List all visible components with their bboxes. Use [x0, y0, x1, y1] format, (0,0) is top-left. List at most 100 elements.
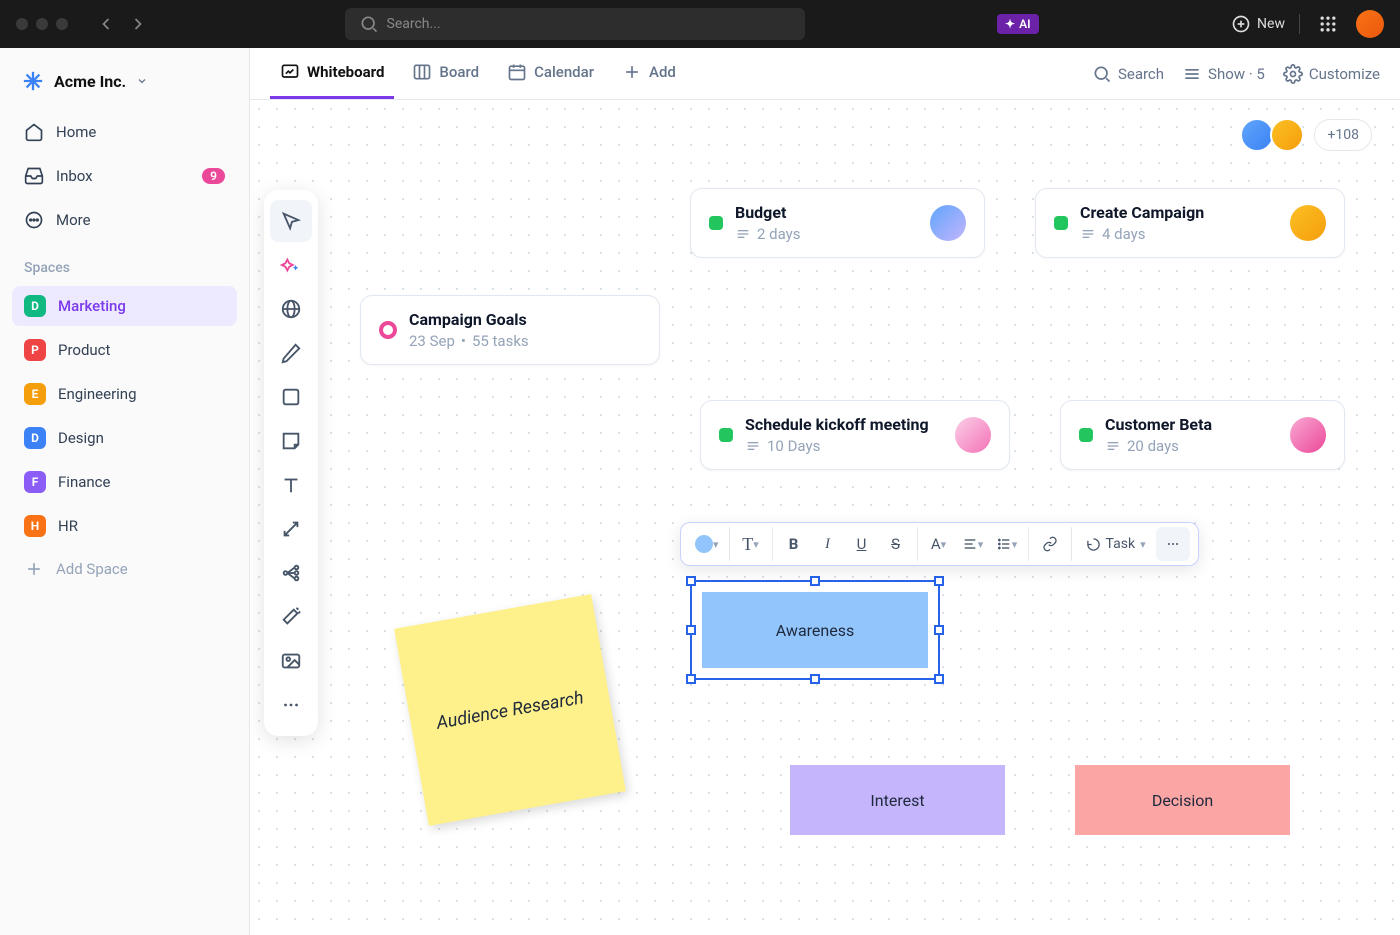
close-window-icon[interactable]	[16, 18, 28, 30]
whiteboard-canvas[interactable]: +108	[250, 100, 1400, 935]
space-item-product[interactable]: P Product	[12, 330, 237, 370]
resize-handle[interactable]	[934, 576, 944, 586]
search-placeholder: Search...	[387, 16, 441, 32]
format-toolbar: ▾ T▾ B I U S A▾ ▾ ▾	[680, 522, 1199, 566]
collaborator-avatar[interactable]	[1270, 118, 1304, 152]
tool-connector[interactable]	[270, 508, 312, 550]
shape-awareness-selected[interactable]: Awareness	[690, 580, 940, 680]
minimize-window-icon[interactable]	[36, 18, 48, 30]
align-button[interactable]: ▾	[956, 527, 990, 561]
sticky-note[interactable]: Audience Research	[394, 594, 626, 826]
resize-handle[interactable]	[810, 576, 820, 586]
shape-interest[interactable]: Interest	[790, 765, 1005, 835]
tool-shape[interactable]	[270, 376, 312, 418]
assignee-avatar[interactable]	[930, 205, 966, 241]
search-icon	[1092, 64, 1112, 84]
text-icon	[280, 474, 302, 496]
text-color-button[interactable]: A▾	[922, 527, 956, 561]
card-budget[interactable]: Budget 2 days	[690, 188, 985, 258]
status-indicator-icon	[1079, 428, 1093, 442]
whiteboard-icon	[280, 62, 300, 82]
resize-handle[interactable]	[810, 674, 820, 684]
ai-sparkle-icon	[280, 254, 302, 276]
pen-icon	[280, 342, 302, 364]
space-item-engineering[interactable]: E Engineering	[12, 374, 237, 414]
assignee-avatar[interactable]	[955, 417, 991, 453]
shape-decision[interactable]: Decision	[1075, 765, 1290, 835]
card-campaign-goals[interactable]: Campaign Goals 23 Sep • 55 tasks	[360, 295, 660, 365]
resize-handle[interactable]	[934, 674, 944, 684]
tool-more[interactable]	[270, 684, 312, 726]
card-customer-beta[interactable]: Customer Beta 20 days	[1060, 400, 1345, 470]
window-controls	[16, 18, 68, 30]
resize-handle[interactable]	[686, 674, 696, 684]
assignee-avatar[interactable]	[1290, 205, 1326, 241]
view-show-button[interactable]: Show · 5	[1182, 64, 1265, 84]
tool-mindmap[interactable]	[270, 552, 312, 594]
view-search-button[interactable]: Search	[1092, 64, 1164, 84]
format-more-button[interactable]	[1156, 527, 1190, 561]
fill-color-button[interactable]: ▾	[689, 527, 725, 561]
maximize-window-icon[interactable]	[56, 18, 68, 30]
card-create-campaign[interactable]: Create Campaign 4 days	[1035, 188, 1345, 258]
bold-button[interactable]: B	[777, 527, 811, 561]
collaborator-overflow[interactable]: +108	[1314, 119, 1372, 151]
tab-calendar[interactable]: Calendar	[497, 48, 604, 99]
tool-pen[interactable]	[270, 332, 312, 374]
wand-icon	[280, 606, 302, 628]
space-badge-icon: D	[24, 295, 46, 317]
customize-button[interactable]: Customize	[1283, 64, 1380, 84]
italic-button[interactable]: I	[811, 527, 845, 561]
status-indicator-icon	[719, 428, 733, 442]
forward-button[interactable]	[124, 10, 152, 38]
text-color-icon: A	[931, 535, 941, 553]
add-space-button[interactable]: Add Space	[12, 550, 237, 588]
underline-button[interactable]: U	[845, 527, 879, 561]
list-button[interactable]: ▾	[990, 527, 1024, 561]
goal-marker-icon	[379, 321, 397, 339]
resize-handle[interactable]	[686, 625, 696, 635]
card-kickoff[interactable]: Schedule kickoff meeting 10 Days	[700, 400, 1010, 470]
inbox-icon	[24, 166, 44, 186]
tool-text[interactable]	[270, 464, 312, 506]
add-view-button[interactable]: Add	[612, 48, 686, 99]
tool-ai[interactable]	[270, 244, 312, 286]
tab-whiteboard[interactable]: Whiteboard	[270, 48, 394, 99]
global-search[interactable]: Search...	[345, 8, 805, 40]
assignee-avatar[interactable]	[1290, 417, 1326, 453]
space-item-hr[interactable]: H HR	[12, 506, 237, 546]
tool-image[interactable]	[270, 640, 312, 682]
shape-awareness[interactable]: Awareness	[702, 592, 928, 668]
user-avatar[interactable]	[1356, 10, 1384, 38]
topbar-right: New	[1231, 10, 1384, 38]
grid-icon	[1318, 14, 1338, 34]
sidebar-item-home[interactable]: Home	[12, 112, 237, 152]
strikethrough-button[interactable]: S	[879, 527, 913, 561]
workspace-switcher[interactable]: Acme Inc.	[12, 62, 237, 100]
tool-web[interactable]	[270, 288, 312, 330]
sidebar-item-inbox[interactable]: Inbox 9	[12, 156, 237, 196]
tool-sticky[interactable]	[270, 420, 312, 462]
space-item-marketing[interactable]: D Marketing	[12, 286, 237, 326]
ai-button[interactable]: ✦ AI	[997, 14, 1039, 34]
resize-handle[interactable]	[686, 576, 696, 586]
description-icon	[745, 438, 761, 454]
sidebar-item-more[interactable]: More	[12, 200, 237, 240]
workspace-logo-icon	[22, 70, 44, 92]
back-button[interactable]	[92, 10, 120, 38]
space-item-design[interactable]: D Design	[12, 418, 237, 458]
space-item-finance[interactable]: F Finance	[12, 462, 237, 502]
inbox-badge: 9	[202, 168, 225, 184]
link-button[interactable]	[1033, 527, 1067, 561]
tab-board[interactable]: Board	[402, 48, 489, 99]
tool-select[interactable]	[270, 200, 312, 242]
new-button[interactable]: New	[1231, 14, 1285, 34]
tool-magic[interactable]	[270, 596, 312, 638]
more-icon	[24, 210, 44, 230]
resize-handle[interactable]	[934, 625, 944, 635]
convert-to-task-button[interactable]: Task ▾	[1076, 527, 1156, 561]
ai-sparkle-icon: ✦	[1005, 17, 1015, 31]
apps-button[interactable]	[1314, 10, 1342, 38]
collaborator-avatar[interactable]	[1240, 118, 1274, 152]
font-button[interactable]: T▾	[734, 527, 768, 561]
